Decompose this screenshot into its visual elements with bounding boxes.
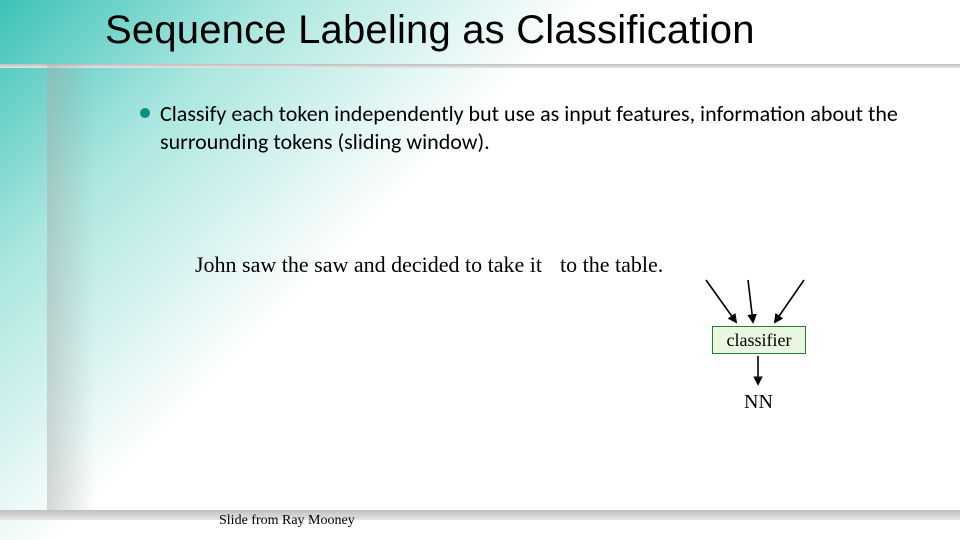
bullet-dot-icon xyxy=(140,108,150,118)
credit-text: Slide from Ray Mooney xyxy=(219,513,355,529)
bullet-text: Classify each token independently but us… xyxy=(160,100,900,155)
footer-rule xyxy=(0,510,960,520)
bullet-item: Classify each token independently but us… xyxy=(140,100,900,155)
arrows-icon xyxy=(698,276,828,446)
title-rule xyxy=(0,64,960,68)
slide: Sequence Labeling as Classification Clas… xyxy=(0,0,960,540)
slide-title: Sequence Labeling as Classification xyxy=(105,8,755,53)
classifier-diagram: classifier NN xyxy=(698,276,828,446)
output-tag: NN xyxy=(744,391,773,414)
sentence-right: to the table. xyxy=(560,252,663,277)
classifier-box: classifier xyxy=(712,326,806,354)
body-area: Classify each token independently but us… xyxy=(140,100,900,155)
side-gloss xyxy=(47,64,95,514)
sentence-left: John saw the saw and decided to take it xyxy=(195,252,542,277)
example-sentence: John saw the saw and decided to take it t… xyxy=(195,252,663,278)
